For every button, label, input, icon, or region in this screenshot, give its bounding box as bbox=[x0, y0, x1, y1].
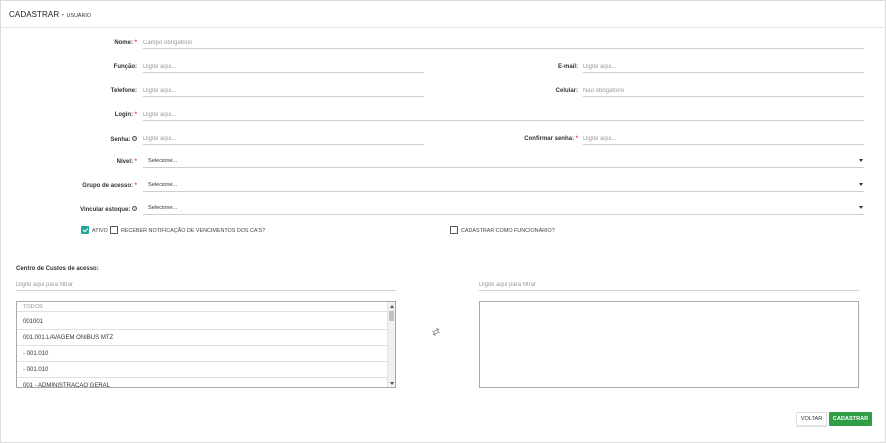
scroll-down-icon[interactable] bbox=[390, 382, 394, 385]
nivel-label: Nível: * bbox=[116, 159, 137, 165]
funcionario-checkbox-label: Cadastrar como funcionário? bbox=[461, 228, 555, 234]
voltar-button[interactable]: VOLTAR bbox=[796, 412, 827, 426]
nivel-select[interactable]: Selecione... bbox=[143, 156, 864, 168]
page-subtitle: USUÁRIO bbox=[66, 13, 91, 19]
funcionario-checkbox[interactable] bbox=[450, 226, 458, 234]
list-item[interactable]: 001 - ADMINISTRACAO GERAL bbox=[17, 378, 387, 387]
info-icon[interactable]: ? bbox=[132, 136, 137, 141]
funcao-label: Função: bbox=[113, 64, 137, 70]
cadastrar-button[interactable]: CADASTRAR bbox=[829, 412, 872, 426]
nome-input[interactable] bbox=[143, 37, 864, 49]
grupo-acesso-select[interactable]: Selecione... bbox=[143, 180, 864, 192]
centro-custos-available-list[interactable]: TODOS 001001 001.001.LAVAGEM ONIBUS MTZ … bbox=[16, 301, 396, 388]
scroll-thumb[interactable] bbox=[389, 311, 394, 321]
list-header: TODOS bbox=[17, 302, 387, 312]
list-item[interactable]: - 001.010 bbox=[17, 346, 387, 362]
email-label: E-mail: bbox=[557, 64, 578, 70]
list-scrollbar[interactable] bbox=[387, 302, 395, 387]
nivel-select-value: Selecione... bbox=[148, 158, 178, 164]
login-label: Login: * bbox=[114, 112, 137, 118]
funcao-input[interactable] bbox=[143, 61, 424, 73]
ativo-checkbox-label: Ativo bbox=[92, 228, 108, 234]
centro-custos-label: Centro de Custos de acesso: bbox=[16, 266, 99, 272]
celular-input[interactable] bbox=[583, 85, 864, 97]
grupo-acesso-select-value: Selecione... bbox=[148, 182, 178, 188]
senha-input[interactable] bbox=[143, 133, 424, 145]
celular-label: Celular: bbox=[555, 88, 578, 94]
chevron-down-icon bbox=[859, 206, 863, 209]
email-input[interactable] bbox=[583, 61, 864, 73]
info-icon[interactable]: ? bbox=[132, 206, 137, 211]
vincular-estoque-label: Vincular estoque: ? bbox=[80, 206, 137, 213]
chevron-down-icon bbox=[859, 183, 863, 186]
centro-custos-right-filter[interactable] bbox=[479, 279, 859, 291]
centro-custos-left-filter[interactable] bbox=[16, 279, 396, 291]
confirmar-senha-input[interactable] bbox=[583, 133, 864, 145]
notificacao-checkbox[interactable] bbox=[110, 226, 118, 234]
notificacao-checkbox-label: Receber notificação de vencimentos dos C… bbox=[121, 228, 266, 234]
telefone-input[interactable] bbox=[143, 85, 424, 97]
chevron-down-icon bbox=[859, 159, 863, 162]
confirmar-senha-label: Confirmar senha: * bbox=[524, 136, 578, 142]
centro-custos-selected-list[interactable] bbox=[479, 301, 859, 388]
senha-label: Senha: ? bbox=[110, 136, 137, 143]
login-input[interactable] bbox=[143, 109, 864, 121]
ativo-checkbox[interactable] bbox=[81, 226, 89, 234]
grupo-acesso-label: Grupo de acesso: * bbox=[82, 183, 137, 189]
list-item[interactable]: 001.001.LAVAGEM ONIBUS MTZ bbox=[17, 330, 387, 346]
scroll-up-icon[interactable] bbox=[390, 305, 394, 308]
page-title: CADASTRAR - USUÁRIO bbox=[9, 10, 91, 19]
list-item[interactable]: 001001 bbox=[17, 314, 387, 330]
vincular-estoque-select[interactable]: Selecione... bbox=[143, 203, 864, 215]
vincular-estoque-select-value: Selecione... bbox=[148, 205, 178, 211]
page-header: CADASTRAR - USUÁRIO bbox=[0, 0, 886, 28]
list-item[interactable]: - 001.010 bbox=[17, 362, 387, 378]
telefone-label: Telefone: bbox=[110, 88, 137, 94]
nome-label: Nome: * bbox=[114, 40, 137, 46]
